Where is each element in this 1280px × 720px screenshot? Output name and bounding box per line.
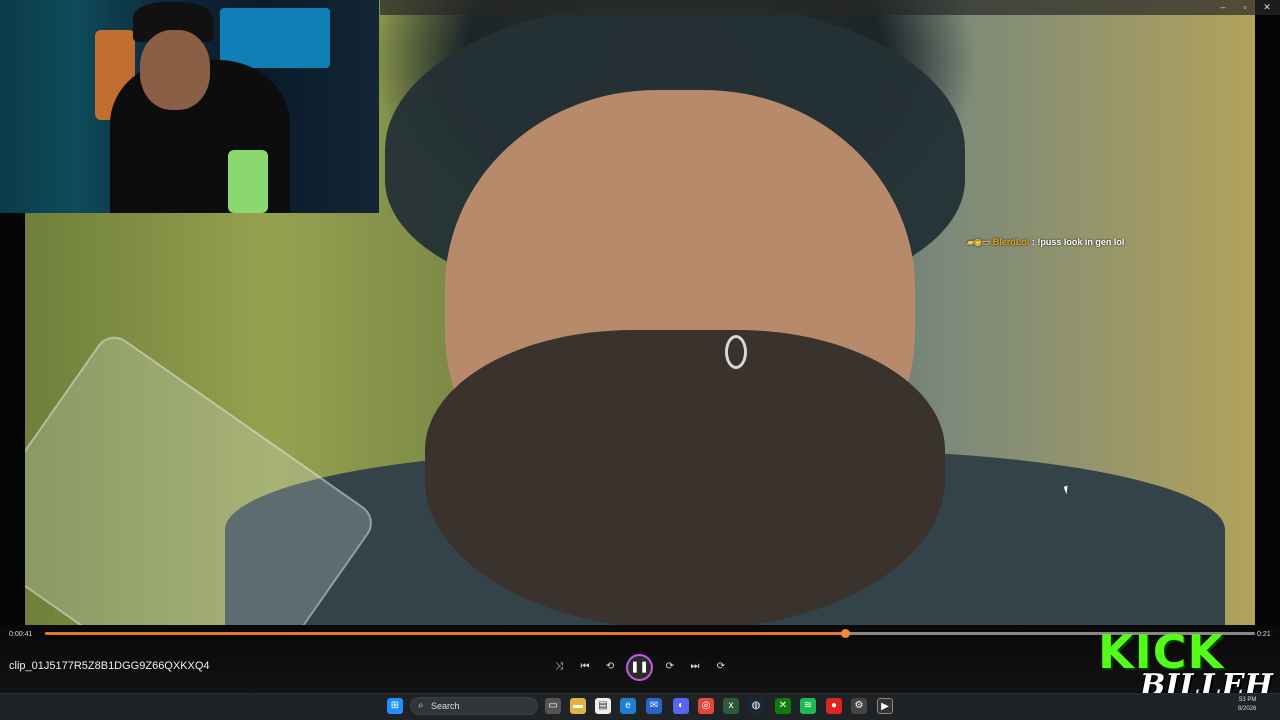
next-button[interactable]: ⏭: [685, 657, 705, 677]
window-titlebar: – ▫ ✕: [380, 0, 1280, 15]
minimize-button[interactable]: –: [1216, 1, 1230, 13]
excel-icon[interactable]: x: [723, 698, 739, 714]
pause-icon: ❚❚: [630, 661, 649, 673]
xbox-icon[interactable]: ✕: [775, 698, 791, 714]
search-icon: ⌕: [418, 700, 424, 711]
mail-icon[interactable]: ✉: [646, 698, 662, 714]
close-button[interactable]: ✕: [1260, 1, 1274, 13]
clip-title: clip_01J5177R5Z8B1DGG9Z66QXKXQ4: [9, 660, 210, 672]
letterbox-right: [1255, 0, 1280, 625]
webcam-bottle: [228, 150, 268, 213]
forward-button[interactable]: ⟳: [660, 657, 680, 677]
seek-bar[interactable]: [45, 629, 1255, 638]
chat-badges: ▰◉▭: [967, 237, 991, 247]
repeat-button[interactable]: ⟳: [711, 657, 731, 677]
clock-time: 53 PM: [1239, 697, 1257, 703]
webcam-overlay: [0, 0, 379, 213]
system-clock[interactable]: 53 PM 8/2026: [1238, 696, 1256, 714]
steam-icon[interactable]: ◍: [748, 698, 764, 714]
maximize-button[interactable]: ▫: [1238, 1, 1252, 13]
screen: – ▫ ✕ ▰◉▭ BlerdLol : !puss look in gen l…: [0, 0, 1280, 720]
chrome-icon[interactable]: ◎: [698, 698, 714, 714]
current-time: 0:00:41: [9, 631, 33, 638]
task-view-icon[interactable]: ▭: [545, 698, 561, 714]
search-placeholder: Search: [431, 701, 460, 711]
video-beard: [425, 330, 945, 625]
settings-gear-icon[interactable]: ⚙: [851, 698, 867, 714]
chat-separator: :: [1031, 237, 1035, 247]
shuffle-button[interactable]: ⤨: [549, 657, 569, 677]
duration-time: 0:21: [1257, 631, 1271, 638]
spotify-icon[interactable]: ≋: [800, 698, 816, 714]
taskbar: [0, 693, 1280, 720]
rewind-button[interactable]: ⟲: [600, 657, 620, 677]
media-player-icon[interactable]: ▶: [877, 698, 893, 714]
chat-username: BlerdLol: [992, 237, 1030, 247]
seek-bar-progress: [45, 632, 845, 635]
nose-ring: [725, 335, 747, 369]
webcam-streamer-head: [140, 30, 210, 110]
discord-icon[interactable]: ◐: [673, 698, 689, 714]
taskbar-search[interactable]: ⌕ Search: [410, 697, 538, 715]
seek-bar-handle[interactable]: [840, 629, 850, 638]
store-icon[interactable]: ▤: [595, 698, 611, 714]
file-explorer-icon[interactable]: ▬: [570, 698, 586, 714]
edge-browser-icon[interactable]: e: [620, 698, 636, 714]
start-windows-icon[interactable]: ⊞: [387, 698, 403, 714]
clock-date: 8/2026: [1238, 706, 1257, 712]
webcam-monitor: [220, 8, 330, 68]
chat-message: ▰◉▭ BlerdLol : !puss look in gen lol: [967, 237, 1124, 248]
pause-button[interactable]: ❚❚: [626, 654, 653, 681]
chat-text: !puss look in gen lol: [1037, 237, 1125, 247]
red-app-icon[interactable]: ●: [826, 698, 842, 714]
previous-button[interactable]: ⏮: [575, 657, 595, 677]
